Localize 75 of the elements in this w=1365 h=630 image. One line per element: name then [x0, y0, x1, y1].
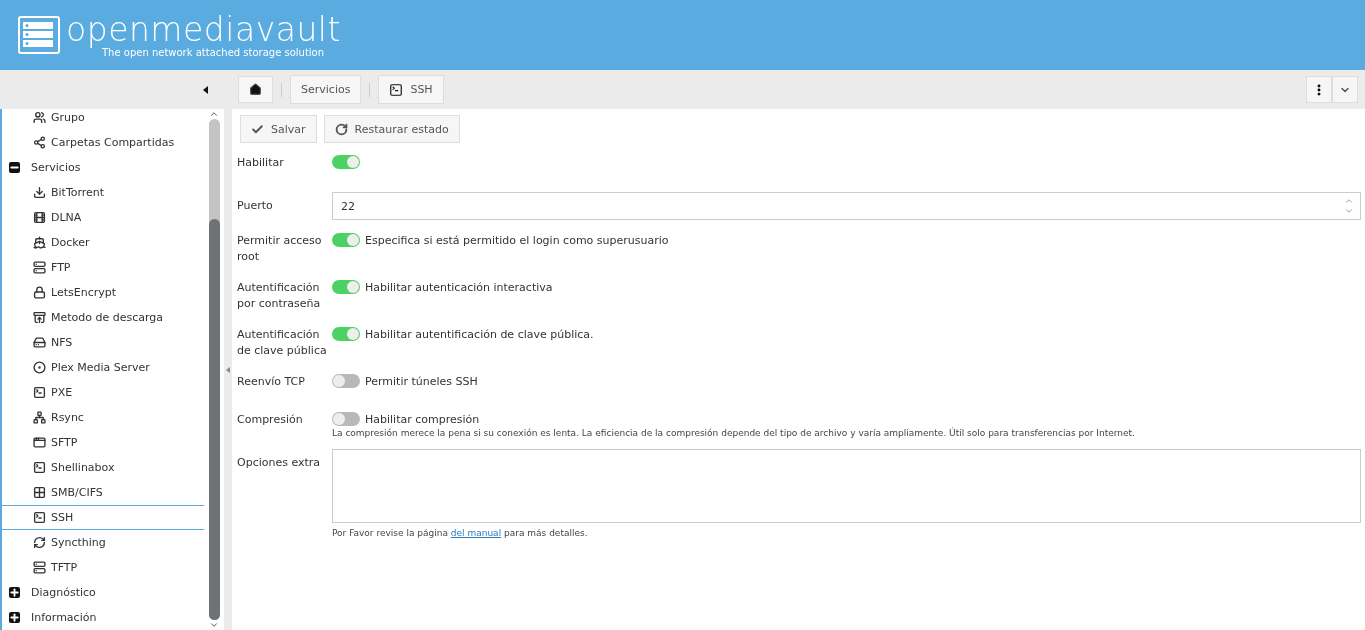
- tree-item[interactable]: SFTP: [2, 430, 204, 455]
- tree-item[interactable]: Carpetas Compartidas: [2, 130, 204, 155]
- field-label: Compresión: [237, 412, 304, 428]
- tree-item[interactable]: Syncthing: [2, 530, 204, 555]
- app-subtitle: The open network attached storage solution: [102, 46, 325, 58]
- server-icon: [33, 261, 46, 274]
- tree-item[interactable]: DLNA: [2, 205, 204, 230]
- tree-item[interactable]: FTP: [2, 255, 204, 280]
- field-label: Puerto: [237, 198, 274, 214]
- scroll-up-icon[interactable]: [209, 109, 219, 119]
- field-label: Habilitar: [237, 155, 285, 171]
- field-label: Reenvío TCP: [237, 374, 306, 390]
- toggle-switch[interactable]: [332, 155, 360, 169]
- field-hint: La compresión merece la pena si su conexión es lenta. La eficiencia de la compresión depende del tipo de archivo y varía ampliamente. Útil solo para transferencias por Internet.: [332, 428, 1136, 438]
- manual-link[interactable]: del manual: [450, 528, 502, 538]
- tree-item[interactable]: Rsync: [2, 405, 204, 430]
- toggle-description: Habilitar compresión: [365, 412, 480, 426]
- tree-item[interactable]: BitTorrent: [2, 180, 204, 205]
- home-button[interactable]: [238, 76, 273, 103]
- share-icon: [33, 136, 46, 149]
- toggle-switch[interactable]: [332, 280, 360, 294]
- field-label: Autentificación por contraseña: [237, 280, 322, 312]
- text-area[interactable]: [332, 449, 1361, 523]
- storage-logo-icon: [18, 16, 60, 54]
- tree-item[interactable]: Docker: [2, 230, 204, 255]
- toggle-switch[interactable]: [332, 374, 360, 388]
- tree-item[interactable]: LetsEncrypt: [2, 280, 204, 305]
- field-label: Autentificación de clave pública: [237, 327, 328, 359]
- field-label: Permitir acceso root: [237, 233, 323, 265]
- tree-item[interactable]: SMB/CIFS: [2, 480, 204, 505]
- more-button[interactable]: [1306, 76, 1332, 103]
- breadcrumb[interactable]: SSH: [378, 75, 444, 104]
- tree-item[interactable]: PXE: [2, 380, 204, 405]
- download-icon: [33, 186, 46, 199]
- network-icon: [33, 411, 46, 424]
- home-icon: [249, 83, 262, 96]
- windows-icon: [33, 486, 46, 499]
- archive-icon: [33, 311, 46, 324]
- toggle-description: Especifica si está permitido el login como superusuario: [365, 233, 669, 247]
- tree-item[interactable]: Plex Media Server: [2, 355, 204, 380]
- toggle-description: Permitir túneles SSH: [365, 374, 478, 388]
- toggle-switch[interactable]: [332, 412, 360, 426]
- refresh-icon: [334, 122, 348, 136]
- collapse-arrow-icon[interactable]: [203, 85, 208, 94]
- toggle-switch[interactable]: [332, 327, 360, 341]
- spinner-icon[interactable]: [1344, 196, 1354, 216]
- tree-node[interactable]: Servicios: [2, 155, 204, 180]
- dropdown-button[interactable]: [1332, 76, 1358, 103]
- tree-item[interactable]: TFTP: [2, 555, 204, 580]
- tree-item[interactable]: SSH: [2, 505, 204, 530]
- app-title: openmediavault: [66, 12, 341, 47]
- scrollbar[interactable]: [208, 119, 220, 620]
- server-icon: [33, 561, 46, 574]
- sync-icon: [33, 536, 46, 549]
- breadcrumb[interactable]: Servicios: [290, 75, 362, 104]
- field-hint: Por Favor revise la página del manual para más detalles.: [332, 528, 589, 538]
- number-input[interactable]: 22: [332, 192, 1361, 220]
- check-icon: [251, 122, 264, 136]
- tree-item[interactable]: Grupo: [2, 109, 204, 130]
- tree-item[interactable]: Metodo de descarga: [2, 305, 204, 330]
- toggle-switch[interactable]: [332, 233, 360, 247]
- tree-node[interactable]: Diagnóstico: [2, 580, 204, 605]
- toggle-description: Habilitar autentificación de clave pública.: [365, 327, 594, 341]
- tree-item[interactable]: NFS: [2, 330, 204, 355]
- scroll-down-icon[interactable]: [209, 620, 219, 630]
- toggle-description: Habilitar autenticación interactiva: [365, 280, 553, 294]
- tree-item[interactable]: Shellinabox: [2, 455, 204, 480]
- reset-button[interactable]: Restaurar estado: [323, 115, 460, 143]
- tree-node[interactable]: Información: [2, 605, 204, 630]
- group-icon: [33, 111, 46, 124]
- circle-icon: [33, 361, 46, 374]
- lock-icon: [33, 286, 46, 299]
- field-label: Opciones extra: [237, 455, 322, 471]
- film-icon: [33, 211, 46, 224]
- save-button[interactable]: Salvar: [240, 115, 317, 143]
